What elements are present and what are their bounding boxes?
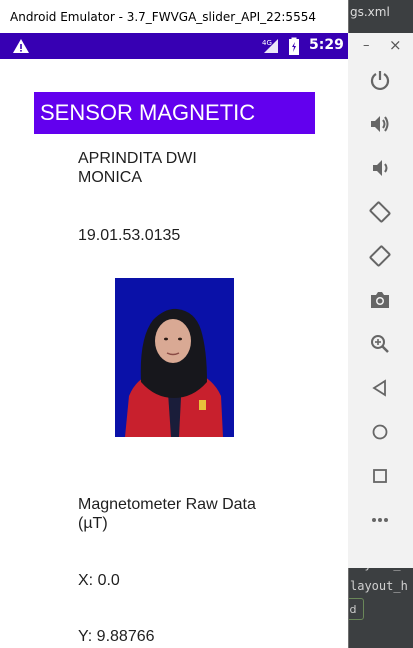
rotate-right-icon bbox=[369, 245, 391, 267]
rotate-left-button[interactable] bbox=[366, 198, 394, 226]
camera-button[interactable] bbox=[366, 286, 394, 314]
zoom-icon bbox=[371, 335, 389, 353]
warning-icon bbox=[13, 39, 29, 53]
android-status-bar: 4G 5:29 bbox=[0, 33, 348, 59]
power-icon bbox=[370, 71, 390, 91]
magnetometer-label: Magnetometer Raw Data (µT) bbox=[78, 496, 256, 532]
overview-icon bbox=[373, 469, 387, 483]
volume-up-icon bbox=[371, 116, 389, 132]
minimize-button[interactable]: – bbox=[363, 38, 370, 53]
code-line-2: layout_h bbox=[350, 579, 408, 593]
app-screen: SENSOR MAGNETIC APRINDITA DWI MONICA 19.… bbox=[0, 59, 348, 648]
network-type: 4G bbox=[262, 39, 272, 47]
app-title-bar: SENSOR MAGNETIC bbox=[34, 92, 315, 134]
status-time: 5:29 bbox=[309, 37, 344, 53]
power-button[interactable] bbox=[366, 66, 394, 94]
window-titlebar[interactable]: Android Emulator - 3.7_FWVGA_slider_API_… bbox=[0, 0, 348, 33]
rotate-left-icon bbox=[369, 201, 391, 223]
volume-down-button[interactable] bbox=[366, 154, 394, 182]
profile-photo bbox=[115, 278, 234, 437]
back-icon bbox=[372, 379, 386, 397]
emulator-window: Android Emulator - 3.7_FWVGA_slider_API_… bbox=[0, 0, 349, 648]
window-title: Android Emulator - 3.7_FWVGA_slider_API_… bbox=[10, 9, 316, 24]
more-icon bbox=[372, 518, 388, 522]
ide-background-tab[interactable]: gs.xml bbox=[348, 0, 413, 24]
back-button[interactable] bbox=[366, 374, 394, 402]
volume-up-button[interactable] bbox=[366, 110, 394, 138]
x-value: X: 0.0 bbox=[78, 572, 120, 589]
overview-button[interactable] bbox=[366, 462, 394, 490]
ide-tab-label: gs.xml bbox=[350, 5, 390, 19]
zoom-button[interactable] bbox=[366, 330, 394, 358]
rotate-right-button[interactable] bbox=[366, 242, 394, 270]
volume-down-icon bbox=[373, 160, 388, 176]
home-icon bbox=[372, 424, 388, 440]
battery-icon bbox=[289, 37, 299, 55]
home-button[interactable] bbox=[366, 418, 394, 446]
signal-icon: 4G bbox=[262, 39, 278, 53]
camera-icon bbox=[371, 292, 389, 308]
close-button[interactable]: × bbox=[389, 36, 402, 54]
more-button[interactable] bbox=[366, 506, 394, 534]
student-name: APRINDITA DWI MONICA bbox=[78, 150, 197, 186]
student-nim: 19.01.53.0135 bbox=[78, 227, 181, 244]
y-value: Y: 9.88766 bbox=[78, 628, 155, 645]
